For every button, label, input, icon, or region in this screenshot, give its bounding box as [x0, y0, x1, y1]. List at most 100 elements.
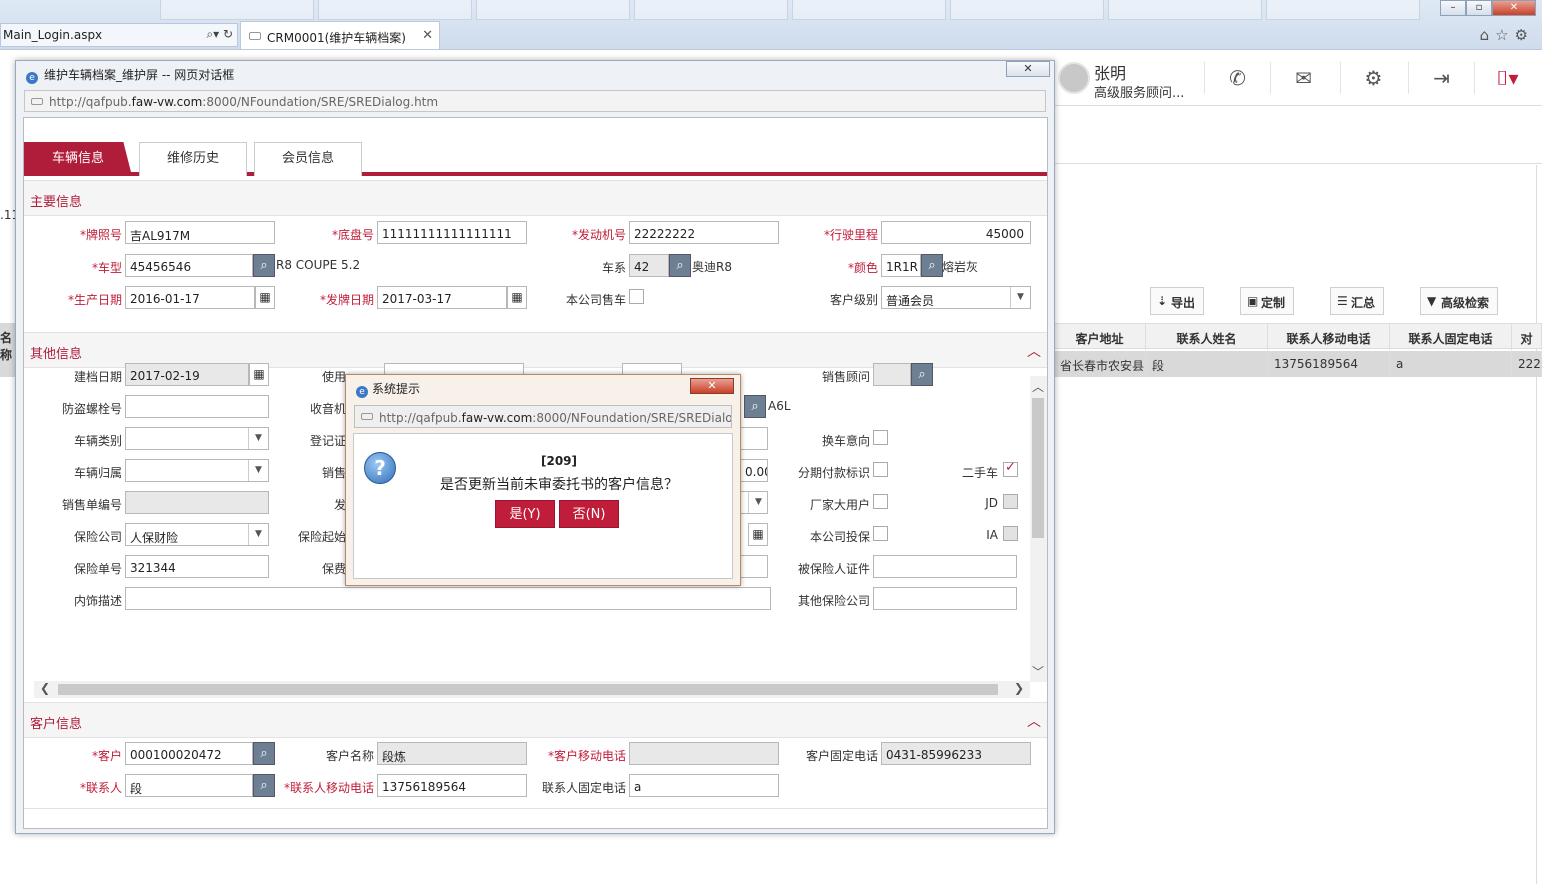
- customize-button[interactable]: ▣ 定制: [1240, 287, 1295, 315]
- scroll-up-icon[interactable]: ︿: [1032, 378, 1044, 395]
- series-input[interactable]: 42: [629, 254, 669, 277]
- search-icon[interactable]: ⌕▾: [206, 27, 219, 41]
- plate-date-input[interactable]: 2017-03-17: [377, 286, 507, 309]
- browser-tab[interactable]: [1108, 0, 1262, 20]
- contact-phone-input[interactable]: a: [629, 774, 779, 797]
- sales-consultant-search-icon[interactable]: ⌕: [911, 363, 933, 386]
- vertical-scrollbar[interactable]: ︿ ﹀: [1030, 376, 1047, 682]
- own-insurance-checkbox[interactable]: [873, 526, 888, 541]
- color-search-icon[interactable]: ⌕: [921, 254, 943, 277]
- customer-name-input[interactable]: 段炼: [377, 742, 527, 765]
- anti-theft-input[interactable]: [125, 395, 269, 418]
- active-browser-tab[interactable]: CRM0001(维护车辆档案) ✕: [240, 21, 440, 49]
- table-row[interactable]: 省长春市农安县 段 13756189564 a 222: [1054, 351, 1542, 377]
- window-close-button[interactable]: ✕: [1492, 0, 1536, 16]
- series-search-icon[interactable]: ⌕: [669, 254, 691, 277]
- radio-search-icon[interactable]: ⌕: [744, 395, 766, 418]
- customer-input[interactable]: 000100020472: [125, 742, 253, 765]
- browser-tab[interactable]: [950, 0, 1104, 20]
- yes-button[interactable]: 是(Y): [495, 500, 555, 528]
- contact-search-icon[interactable]: ⌕: [253, 774, 275, 797]
- browser-tab[interactable]: [318, 0, 472, 20]
- gear-icon[interactable]: ⚙: [1515, 26, 1534, 44]
- tab-member-info[interactable]: 会员信息: [254, 142, 362, 176]
- own-sale-checkbox[interactable]: [629, 289, 644, 304]
- invoice-select[interactable]: ▼: [740, 491, 768, 514]
- browser-tab[interactable]: [634, 0, 788, 20]
- summary-button[interactable]: ☰ 汇总: [1330, 287, 1385, 315]
- switch-icon[interactable]: ⌷▾: [1474, 62, 1540, 94]
- customer-level-select[interactable]: 普通会员 ▼: [881, 286, 1031, 309]
- ia-checkbox[interactable]: [1003, 526, 1018, 541]
- model-search-icon[interactable]: ⌕: [253, 254, 275, 277]
- column-header[interactable]: 联系人固定电话: [1390, 324, 1512, 350]
- column-header[interactable]: 联系人移动电话: [1268, 324, 1390, 350]
- logout-icon[interactable]: ⇥: [1408, 62, 1474, 94]
- jd-checkbox[interactable]: [1003, 494, 1018, 509]
- minimize-button[interactable]: –: [1440, 0, 1466, 16]
- no-button[interactable]: 否(N): [559, 500, 619, 528]
- collapse-icon[interactable]: ︿: [1027, 711, 1041, 731]
- column-header[interactable]: 客户地址: [1054, 324, 1146, 350]
- sales-no-input[interactable]: [125, 491, 269, 514]
- file-date-input[interactable]: 2017-02-19: [125, 363, 249, 386]
- browser-tab[interactable]: [1266, 0, 1420, 20]
- registration-extra-input[interactable]: [740, 427, 768, 450]
- address-bar[interactable]: Main_Login.aspx ⌕▾ ↻: [0, 23, 238, 47]
- model-input[interactable]: 45456546: [125, 254, 253, 277]
- column-header[interactable]: 对: [1512, 324, 1542, 350]
- dialog-close-button[interactable]: ✕: [1006, 61, 1050, 77]
- calendar-icon[interactable]: ▦: [249, 363, 269, 386]
- tab-vehicle-info[interactable]: 车辆信息: [24, 142, 132, 176]
- used-car-checkbox[interactable]: [1003, 460, 1018, 477]
- calendar-icon[interactable]: ▦: [255, 286, 275, 309]
- calendar-icon[interactable]: ▦: [748, 523, 768, 546]
- mileage-input[interactable]: 45000: [881, 221, 1031, 244]
- vin-input[interactable]: 11111111111111111: [377, 221, 527, 244]
- phone-icon[interactable]: ✆: [1204, 62, 1270, 94]
- column-header[interactable]: 联系人姓名: [1146, 324, 1268, 350]
- color-input[interactable]: 1R1R: [881, 254, 921, 277]
- home-icon[interactable]: ⌂: [1480, 26, 1496, 44]
- scroll-thumb[interactable]: [58, 684, 998, 695]
- system-prompt-close-button[interactable]: ✕: [690, 378, 734, 394]
- contact-input[interactable]: 段: [125, 774, 253, 797]
- customer-phone-input[interactable]: 0431-85996233: [881, 742, 1031, 765]
- browser-tab[interactable]: [476, 0, 630, 20]
- scroll-thumb[interactable]: [1032, 398, 1044, 538]
- installment-checkbox[interactable]: [873, 462, 888, 477]
- maximize-button[interactable]: ▫: [1466, 0, 1492, 16]
- scroll-left-icon[interactable]: ❮: [40, 681, 50, 695]
- browser-tab[interactable]: [160, 0, 314, 20]
- interior-input[interactable]: [125, 587, 771, 610]
- export-button[interactable]: ⇣ 导出: [1150, 287, 1205, 315]
- scroll-right-icon[interactable]: ❯: [1014, 681, 1024, 695]
- customer-mobile-input[interactable]: [629, 742, 779, 765]
- vehicle-type-select[interactable]: ▼: [125, 427, 269, 450]
- fleet-checkbox[interactable]: [873, 494, 888, 509]
- browser-tab[interactable]: [792, 0, 946, 20]
- change-intent-checkbox[interactable]: [873, 430, 888, 445]
- vehicle-owner-select[interactable]: ▼: [125, 459, 269, 482]
- close-tab-icon[interactable]: ✕: [422, 28, 433, 43]
- calendar-icon[interactable]: ▦: [507, 286, 527, 309]
- advanced-search-button[interactable]: ▼ 高级检索: [1420, 287, 1499, 315]
- contact-mobile-input[interactable]: 13756189564: [377, 774, 527, 797]
- plate-input[interactable]: 吉AL917M: [125, 221, 275, 244]
- settings-icon[interactable]: ⚙: [1340, 62, 1406, 94]
- other-insurer-input[interactable]: [873, 587, 1017, 610]
- insurer-select[interactable]: 人保财险 ▼: [125, 523, 269, 546]
- policy-no-input[interactable]: 321344: [125, 555, 269, 578]
- favorites-icon[interactable]: ☆: [1495, 26, 1514, 44]
- avatar[interactable]: [1058, 62, 1090, 94]
- insured-id-input[interactable]: [873, 555, 1017, 578]
- refresh-icon[interactable]: ↻: [223, 27, 233, 41]
- sales-consultant-input[interactable]: [873, 363, 911, 386]
- production-date-input[interactable]: 2016-01-17: [125, 286, 255, 309]
- horizontal-scrollbar[interactable]: ❮ ❯: [34, 681, 1030, 698]
- mail-icon[interactable]: ✉: [1270, 62, 1336, 94]
- engine-input[interactable]: 22222222: [629, 221, 779, 244]
- tab-repair-history[interactable]: 维修历史: [139, 142, 247, 176]
- customer-search-icon[interactable]: ⌕: [253, 742, 275, 765]
- premium-input[interactable]: [740, 555, 768, 578]
